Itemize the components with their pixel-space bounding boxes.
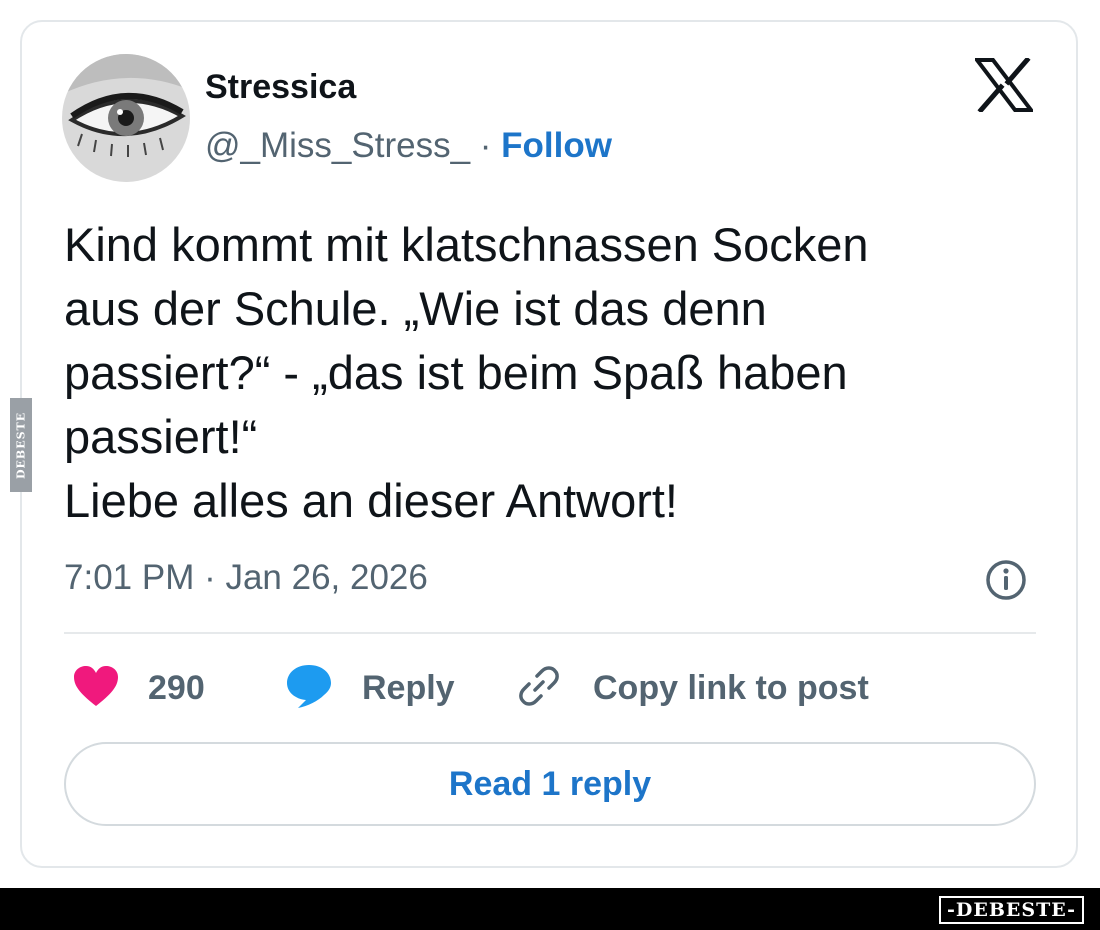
copy-link-label: Copy link to post: [593, 668, 869, 707]
avatar[interactable]: [62, 54, 190, 182]
reply-button[interactable]: Reply: [284, 662, 455, 714]
footer-bar: -DEBESTE-: [0, 888, 1100, 930]
like-button[interactable]: 290: [72, 662, 205, 714]
user-handle[interactable]: @_Miss_Stress_: [205, 126, 470, 165]
info-icon[interactable]: [984, 558, 1028, 602]
follow-button[interactable]: Follow: [501, 126, 612, 165]
link-icon: [515, 662, 563, 715]
copy-link-button[interactable]: Copy link to post: [515, 662, 869, 714]
separator-dot: ·: [479, 126, 492, 165]
x-logo-icon[interactable]: [972, 56, 1036, 114]
read-reply-button[interactable]: Read 1 reply: [64, 742, 1036, 826]
tweet-text: Kind kommt mit klatschnassen Socken aus …: [64, 218, 869, 527]
timestamp[interactable]: 7:01 PM · Jan 26, 2026: [64, 558, 428, 598]
handle-row: @_Miss_Stress_ · Follow: [205, 126, 612, 166]
speech-bubble-icon: [284, 662, 334, 715]
divider: [64, 632, 1036, 634]
heart-icon: [72, 664, 120, 713]
side-watermark: DEBESTE: [10, 398, 32, 492]
footer-watermark-logo: -DEBESTE-: [939, 896, 1084, 924]
display-name[interactable]: Stressica: [205, 68, 356, 107]
like-count: 290: [148, 668, 205, 707]
reply-label: Reply: [362, 668, 455, 707]
